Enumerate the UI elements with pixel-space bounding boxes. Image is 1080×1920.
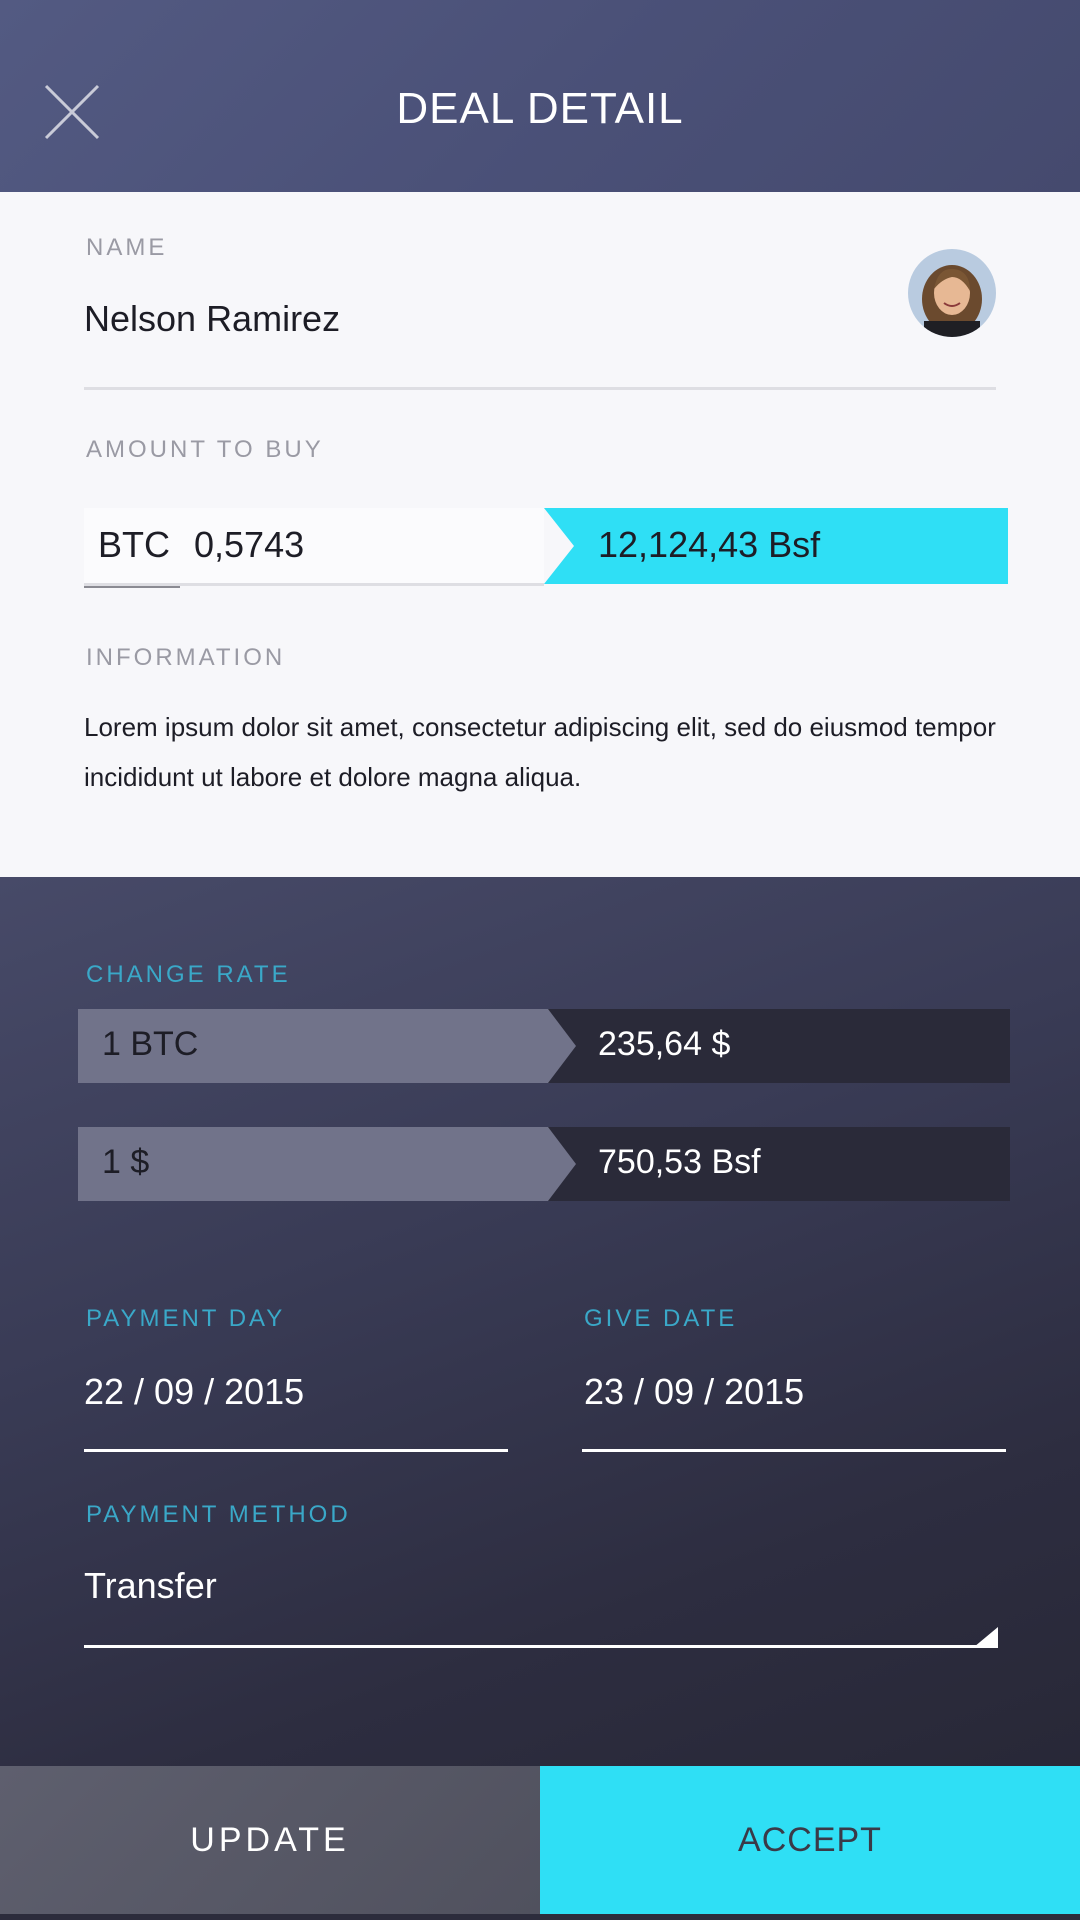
rate-row-btc: 1 BTC 235,64 $ bbox=[78, 1009, 1010, 1083]
payment-day-underline bbox=[84, 1449, 508, 1452]
accept-button[interactable]: ACCEPT bbox=[540, 1766, 1080, 1914]
name-value: Nelson Ramirez bbox=[84, 298, 341, 339]
header-bar: DEAL DETAIL bbox=[0, 0, 1080, 192]
converted-amount-box: 12,124,43 Bsf bbox=[544, 508, 1008, 584]
change-rate-label: CHANGE RATE bbox=[86, 961, 291, 988]
name-label: NAME bbox=[86, 234, 168, 261]
amount-label: AMOUNT TO BUY bbox=[86, 436, 324, 463]
dropdown-corner-icon[interactable] bbox=[974, 1627, 998, 1647]
deal-info-section: NAME Nelson Ramirez AMOUNT TO BUY BTC 0,… bbox=[0, 192, 1080, 877]
give-date-underline bbox=[582, 1449, 1006, 1452]
rate-to: 235,64 $ bbox=[598, 1025, 731, 1063]
payment-method-underline bbox=[84, 1645, 998, 1648]
rate-from: 1 $ bbox=[102, 1143, 150, 1181]
rate-to: 750,53 Bsf bbox=[598, 1143, 761, 1181]
payment-method-label: PAYMENT METHOD bbox=[86, 1501, 351, 1528]
amount-input-field[interactable]: BTC 0,5743 bbox=[84, 508, 544, 588]
rate-row-usd: 1 $ 750,53 Bsf bbox=[78, 1127, 1010, 1201]
converted-amount-value: 12,124,43 Bsf bbox=[598, 524, 821, 565]
amount-row: BTC 0,5743 12,124,43 Bsf bbox=[84, 508, 1008, 588]
rate-from: 1 BTC bbox=[102, 1025, 199, 1063]
name-divider bbox=[84, 387, 996, 390]
give-date-field[interactable]: 23 / 09 / 2015 bbox=[584, 1371, 804, 1413]
avatar[interactable] bbox=[908, 249, 996, 337]
payment-day-field[interactable]: 22 / 09 / 2015 bbox=[84, 1371, 304, 1413]
amount-underline bbox=[84, 583, 544, 586]
page-title: DEAL DETAIL bbox=[396, 84, 684, 133]
rate-row-shape bbox=[78, 1009, 1010, 1083]
currency-selector[interactable]: BTC bbox=[98, 524, 170, 566]
bottom-strip bbox=[0, 1914, 1080, 1920]
information-text: Lorem ipsum dolor sit amet, consectetur … bbox=[84, 712, 996, 792]
update-button[interactable]: UPDATE bbox=[0, 1766, 540, 1914]
payment-day-label: PAYMENT DAY bbox=[86, 1305, 286, 1332]
payment-method-select[interactable]: Transfer bbox=[84, 1565, 217, 1607]
give-date-label: GIVE DATE bbox=[584, 1305, 738, 1332]
rate-row-shape bbox=[78, 1127, 1010, 1201]
information-label: INFORMATION bbox=[86, 644, 286, 671]
deal-terms-section: CHANGE RATE 1 BTC 235,64 $ 1 $ 750,53 Bs… bbox=[0, 877, 1080, 1766]
amount-input[interactable]: 0,5743 bbox=[194, 524, 304, 566]
